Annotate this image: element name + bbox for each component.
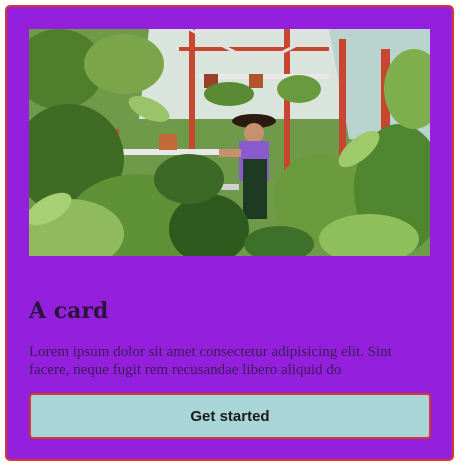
get-started-button[interactable]: Get started xyxy=(29,393,431,439)
greenhouse-photo xyxy=(29,29,430,256)
card-title: A card xyxy=(29,298,109,324)
card-image xyxy=(29,29,430,256)
card: A card Lorem ipsum dolor sit amet consec… xyxy=(5,5,454,461)
card-description: Lorem ipsum dolor sit amet consectetur a… xyxy=(29,344,392,378)
